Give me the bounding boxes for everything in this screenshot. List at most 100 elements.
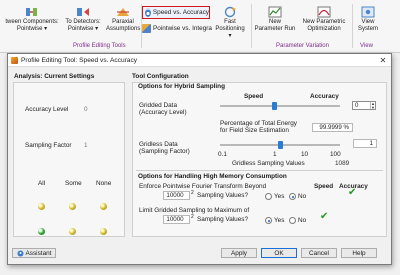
gridless-values-label: Gridless Sampling Values bbox=[232, 160, 305, 167]
to-detectors-label: To Detectors: bbox=[65, 19, 101, 25]
new-parametric-optimization-label: New Parametric bbox=[302, 19, 346, 25]
paraxial-icon bbox=[117, 8, 129, 16]
scale-tick-1: 1 bbox=[273, 151, 277, 158]
scale-tick-2: 10 bbox=[301, 151, 309, 158]
spinner-arrows-icon[interactable]: ▲ ▼ bbox=[370, 102, 375, 109]
to-detectors-button[interactable]: To Detectors: Pointwise ▾ bbox=[61, 6, 105, 33]
paraxial-label: Paraxial bbox=[112, 19, 134, 25]
gridless-data-slider-thumb[interactable] bbox=[278, 141, 283, 149]
section-divider bbox=[136, 170, 383, 171]
dialog-title: Profile Editing Tool: Speed vs. Accuracy bbox=[21, 56, 138, 64]
pointwise-vs-integral-button[interactable]: Pointwise vs. Integra bbox=[142, 24, 212, 33]
ribbon: tween Components: Pointwise ▾ To Detecto… bbox=[0, 0, 400, 53]
speed-vs-accuracy-label: Speed vs. Accuracy bbox=[152, 9, 209, 16]
limit-no-label: No bbox=[298, 217, 307, 224]
enforce-accuracy-check-icon: ✔ bbox=[348, 187, 357, 198]
speed-vs-accuracy-dialog: Profile Editing Tool: Speed vs. Accuracy… bbox=[7, 53, 392, 265]
app-icon bbox=[11, 56, 18, 64]
new-parameter-run-label: New bbox=[268, 19, 281, 25]
help-button[interactable]: Help bbox=[341, 248, 377, 258]
group-label-view: View bbox=[360, 43, 373, 49]
indicator-none-row1 bbox=[100, 203, 107, 210]
close-icon[interactable]: ✕ bbox=[375, 56, 391, 65]
gridded-data-spinner-value: 0 bbox=[355, 102, 359, 109]
between-components-sub: Pointwise ▾ bbox=[16, 26, 48, 32]
view-system-label: View bbox=[361, 19, 375, 25]
cancel-button[interactable]: Cancel bbox=[301, 248, 337, 258]
scale-tick-3: 100 bbox=[330, 151, 341, 158]
memory-speed-header: Speed bbox=[314, 183, 334, 190]
indicator-some-row2 bbox=[69, 228, 76, 235]
gridded-data-slider-thumb[interactable] bbox=[272, 102, 277, 110]
limit-speed-check-icon: ✔ bbox=[320, 211, 329, 222]
detector-icon bbox=[77, 8, 89, 16]
fast-positioning-sub: Positioning ▾ bbox=[215, 26, 245, 39]
gridded-data-slider[interactable] bbox=[220, 105, 340, 107]
limit-unit-label: Sampling Values? bbox=[197, 216, 249, 223]
gridless-data-sublabel: (Sampling Factor) bbox=[139, 148, 190, 155]
speed-gauge-icon bbox=[145, 8, 151, 17]
paraxial-button[interactable]: Paraxial Assumptions bbox=[106, 6, 140, 33]
enforce-unit-label: Sampling Values? bbox=[197, 192, 249, 199]
enforce-no-label: No bbox=[298, 193, 307, 200]
view-system-button[interactable]: View System bbox=[354, 6, 382, 33]
group-label-parameter-variation: Parameter Variation bbox=[276, 43, 329, 49]
tool-configuration-heading: Tool Configuration bbox=[132, 73, 189, 80]
accuracy-level-value: 0 bbox=[84, 106, 88, 113]
limit-yes-radio[interactable] bbox=[265, 217, 272, 224]
memory-heading: Options for Handling High Memory Consump… bbox=[138, 173, 287, 180]
apply-button[interactable]: Apply bbox=[221, 248, 257, 258]
speed-vs-accuracy-button[interactable]: Speed vs. Accuracy bbox=[142, 6, 210, 19]
new-parameter-run-sub: Parameter Run bbox=[254, 26, 296, 32]
analysis-heading: Analysis: Current Settings bbox=[14, 73, 95, 80]
between-components-label: tween Components: bbox=[5, 19, 59, 25]
hybrid-sampling-heading: Options for Hybrid Sampling bbox=[138, 83, 225, 90]
gridless-data-field[interactable]: 1 bbox=[353, 139, 377, 148]
paraxial-sub: Assumptions bbox=[106, 26, 141, 32]
indicator-all-row2 bbox=[38, 228, 45, 235]
indicator-all-row1 bbox=[38, 203, 45, 210]
ok-button[interactable]: OK bbox=[261, 248, 297, 258]
assistant-button[interactable]: Assistant bbox=[12, 248, 56, 258]
column-none: None bbox=[96, 180, 112, 187]
pointwise-integral-icon bbox=[142, 24, 151, 33]
new-parameter-run-button[interactable]: New Parameter Run bbox=[253, 6, 297, 33]
gridless-values: 1089 bbox=[335, 160, 350, 167]
column-all: All bbox=[38, 180, 46, 187]
enforce-pointwise-label: Enforce Pointwise Fourier Transform Beyo… bbox=[139, 183, 267, 190]
dialog-title-bar: Profile Editing Tool: Speed vs. Accuracy… bbox=[8, 54, 391, 67]
gridded-data-sublabel: (Accuracy Level) bbox=[139, 109, 187, 116]
accuracy-header: Accuracy bbox=[310, 93, 339, 100]
speed-header: Speed bbox=[244, 93, 264, 100]
enforce-sampling-field[interactable]: 10000 bbox=[163, 191, 190, 200]
ribbon-separator bbox=[352, 4, 353, 48]
sampling-factor-value: 1 bbox=[84, 142, 88, 149]
enforce-yes-label: Yes bbox=[274, 193, 285, 200]
fast-positioning-button[interactable]: Fast Positioning ▾ bbox=[213, 6, 247, 40]
view-system-sub: System bbox=[357, 26, 378, 32]
indicator-none-row2 bbox=[100, 228, 107, 235]
limit-no-radio[interactable] bbox=[289, 217, 296, 224]
view-system-icon bbox=[361, 6, 375, 18]
enforce-yes-radio[interactable] bbox=[265, 193, 272, 200]
between-components-button[interactable]: tween Components: Pointwise ▾ bbox=[2, 6, 62, 33]
limit-yes-label: Yes bbox=[274, 217, 285, 224]
ribbon-separator bbox=[251, 4, 252, 48]
sampling-factor-label: Sampling Factor bbox=[25, 142, 72, 149]
parameter-run-icon bbox=[268, 6, 282, 18]
enforce-exponent: 2 bbox=[191, 190, 194, 196]
enforce-no-radio[interactable] bbox=[289, 193, 296, 200]
limit-exponent: 2 bbox=[191, 214, 194, 220]
fast-positioning-label: Fast bbox=[224, 19, 236, 25]
assistant-label: Assistant bbox=[25, 249, 52, 257]
accuracy-level-label: Accuracy Level bbox=[25, 106, 69, 113]
energy-percentage-field[interactable]: 99.9999 % bbox=[312, 123, 353, 132]
indicator-some-row1 bbox=[69, 203, 76, 210]
group-label-profile-editing: Profile Editing Tools bbox=[73, 43, 126, 49]
gridded-data-spinner[interactable]: 0 ▲ ▼ bbox=[352, 101, 376, 110]
limit-gridded-label: Limit Gridded Sampling to Maximum of bbox=[139, 207, 250, 214]
limit-sampling-field[interactable]: 10000 bbox=[163, 215, 190, 224]
new-parametric-optimization-sub: Optimization bbox=[307, 26, 341, 32]
pointwise-vs-integral-label: Pointwise vs. Integra bbox=[153, 25, 212, 32]
new-parametric-optimization-button[interactable]: New Parametric Optimization bbox=[299, 6, 349, 33]
